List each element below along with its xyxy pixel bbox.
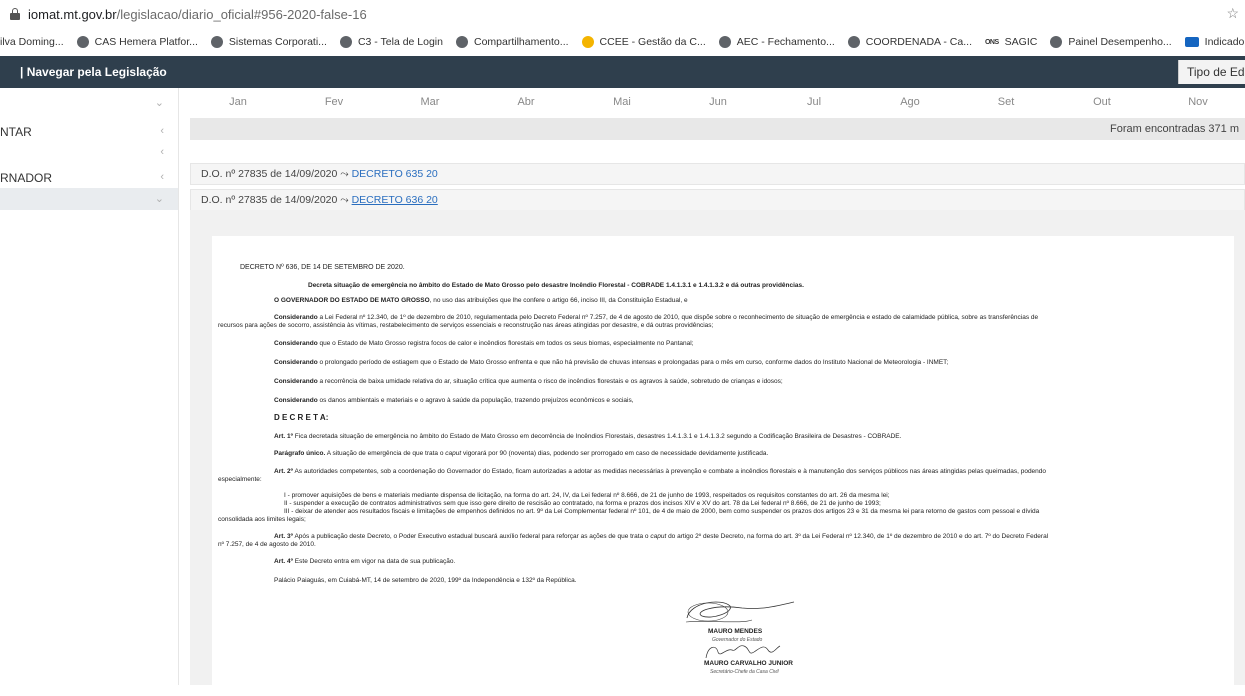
chevron-left-icon: ‹ <box>160 171 164 183</box>
entry-link[interactable]: DECRETO 635 20 <box>352 168 438 180</box>
decree-page: DECRETO Nº 636, DE 14 DE SETEMBRO DE 202… <box>212 236 1234 696</box>
globe-icon <box>847 36 860 48</box>
bookmark-label: Sistemas Corporati... <box>228 36 327 48</box>
document-viewer[interactable]: DECRETO Nº 636, DE 14 DE SETEMBRO DE 202… <box>190 210 1245 696</box>
month-tab-out[interactable]: Out <box>1054 96 1150 108</box>
bookmark-item[interactable]: Compartilhamento... <box>455 36 569 48</box>
globe-icon <box>455 36 468 48</box>
month-tab-set[interactable]: Set <box>958 96 1054 108</box>
bookmark-label: CCEE - Gestão da C... <box>599 36 706 48</box>
article-2: Art. 2º As autoridades competentes, sob … <box>274 468 1047 475</box>
globe-icon <box>76 36 89 48</box>
url-host: iomat.mt.gov.br <box>28 6 117 22</box>
bookmark-label: Painel Desempenho... <box>1068 36 1172 48</box>
sidebar-item-3[interactable]: RNADOR ‹ <box>0 170 178 186</box>
bookmark-star-icon[interactable]: ☆ <box>1226 5 1239 22</box>
month-tab-nov[interactable]: Nov <box>1150 96 1245 108</box>
paragrafo-unico: Parágrafo único. A situação de emergênci… <box>274 450 769 457</box>
month-filter: JanFevMarAbrMaiJunJulAgoSetOutNovDez <box>190 88 1245 116</box>
considerando-4: Considerando a recorrência de baixa umid… <box>274 378 783 385</box>
bookmark-label: Indicador de Contin... <box>1204 36 1245 48</box>
article-3: Art. 3º Após a publicação deste Decreto,… <box>274 533 1049 540</box>
article-1: Art. 1º Fica decretada situação de emerg… <box>274 433 902 440</box>
entry-prefix: D.O. nº 27835 de 14/09/2020 ⤳ <box>201 194 352 206</box>
edition-type-filter[interactable]: Tipo de Ed <box>1178 60 1245 84</box>
sidebar-item-label: NTAR <box>0 125 32 139</box>
globe-icon <box>1050 36 1063 48</box>
sidebar-item-active[interactable]: ⌄ <box>0 188 178 210</box>
governor-clause: O GOVERNADOR DO ESTADO DE MATO GROSSO, n… <box>274 297 688 304</box>
month-tab-fev[interactable]: Fev <box>286 96 382 108</box>
entry-link[interactable]: DECRETO 636 20 <box>352 194 438 206</box>
ccee-icon <box>581 36 594 48</box>
bookmark-item[interactable]: Sistemas Corporati... <box>210 36 327 48</box>
chief-of-staff-signature <box>705 645 781 659</box>
ons-logo-icon: ONS <box>984 38 999 46</box>
sidebar: ⌄ NTAR ‹ ‹ RNADOR ‹ ⌄ <box>0 88 179 685</box>
decree-ementa: Decreta situação de emergência no âmbito… <box>308 282 804 289</box>
article-4: Art. 4º Este Decreto entra em vigor na d… <box>274 558 456 565</box>
bookmark-item[interactable]: AEC - Fechamento... <box>718 36 835 48</box>
considerando-5: Considerando os danos ambientais e mater… <box>274 397 634 404</box>
bookmark-item[interactable]: C3 - Tela de Login <box>339 36 443 48</box>
month-tab-mar[interactable]: Mar <box>382 96 478 108</box>
bookmark-label: AEC - Fechamento... <box>736 36 835 48</box>
decree-number: DECRETO Nº 636, DE 14 DE SETEMBRO DE 202… <box>240 264 405 271</box>
url-path: /legislacao/diario_oficial#956-2020-fals… <box>116 6 367 22</box>
article-2-line2: especialmente: <box>218 476 262 483</box>
results-bar: Foram encontradas 371 m <box>190 118 1245 140</box>
page-title: | Navegar pela Legislação <box>20 65 167 79</box>
globe-icon <box>718 36 731 48</box>
bookmark-label: COORDENADA - Ca... <box>865 36 972 48</box>
bookmark-label: CAS Hemera Platfor... <box>94 36 198 48</box>
bookmark-item[interactable]: Indicador de Contin... <box>1184 36 1245 48</box>
decreta-heading: D E C R E T A: <box>274 413 329 422</box>
month-tab-mai[interactable]: Mai <box>574 96 670 108</box>
sidebar-item-2[interactable]: ‹ <box>0 146 178 160</box>
month-tab-jul[interactable]: Jul <box>766 96 862 108</box>
bookmark-label: ilva Doming... <box>0 36 64 48</box>
sidebar-item-1[interactable]: NTAR ‹ <box>0 124 178 140</box>
signer-2-role: Secretário-Chefe da Casa Civil <box>710 669 779 675</box>
bookmark-item[interactable]: CAS Hemera Platfor... <box>76 36 198 48</box>
bookmark-item[interactable]: CCEE - Gestão da C... <box>581 36 706 48</box>
bookmark-item[interactable]: ONS SAGIC <box>985 36 1037 48</box>
article-2-item-3: III - deixar de atender aos resultados f… <box>284 508 1040 515</box>
month-tab-jun[interactable]: Jun <box>670 96 766 108</box>
list-item[interactable]: D.O. nº 27835 de 14/09/2020 ⤳ DECRETO 63… <box>190 189 1245 211</box>
chevron-left-icon: ‹ <box>160 146 164 158</box>
site-header: | Navegar pela Legislação Tipo de Ed <box>0 56 1245 88</box>
month-tab-ago[interactable]: Ago <box>862 96 958 108</box>
globe-icon <box>339 36 352 48</box>
month-tab-jan[interactable]: Jan <box>190 96 286 108</box>
address-bar[interactable]: iomat.mt.gov.br/legislacao/diario_oficia… <box>0 0 1245 29</box>
results-count: Foram encontradas 371 m <box>1109 123 1239 135</box>
considerando-2: Considerando que o Estado de Mato Grosso… <box>274 340 694 347</box>
entry-prefix: D.O. nº 27835 de 14/09/2020 ⤳ <box>201 168 352 180</box>
article-2-item-3-line2: consolidada aos limites legais; <box>218 516 306 523</box>
month-tab-abr[interactable]: Abr <box>478 96 574 108</box>
sidebar-item-label: RNADOR <box>0 171 53 185</box>
bookmark-label: SAGIC <box>1004 36 1038 48</box>
governor-signature <box>685 601 795 623</box>
list-item[interactable]: D.O. nº 27835 de 14/09/2020 ⤳ DECRETO 63… <box>190 163 1245 185</box>
bookmark-item[interactable]: ilva Doming... <box>0 36 64 48</box>
considerando-1-line2: recursos para ações de socorro, assistên… <box>218 322 714 329</box>
powerbi-icon <box>1184 37 1199 47</box>
closing-line: Palácio Paiaguás, em Cuiabá-MT, 14 de se… <box>274 577 577 584</box>
lock-icon <box>10 8 20 20</box>
sidebar-dropdown[interactable]: ⌄ <box>0 94 178 112</box>
chevron-left-icon: ‹ <box>160 125 164 137</box>
article-3-line2: nº 7.257, de 4 de agosto de 2010. <box>218 541 316 548</box>
bookmarks-bar: ilva Doming... CAS Hemera Platfor... Siste… <box>0 28 1245 57</box>
bookmark-item[interactable]: COORDENADA - Ca... <box>847 36 972 48</box>
bookmark-item[interactable]: Painel Desempenho... <box>1050 36 1172 48</box>
considerando-3: Considerando o prolongado período de est… <box>274 359 949 366</box>
chevron-down-icon: ⌄ <box>154 193 164 205</box>
bookmark-label: C3 - Tela de Login <box>357 36 443 48</box>
bookmark-label: Compartilhamento... <box>473 36 569 48</box>
globe-icon <box>210 36 223 48</box>
chevron-down-icon: ⌄ <box>154 97 164 109</box>
